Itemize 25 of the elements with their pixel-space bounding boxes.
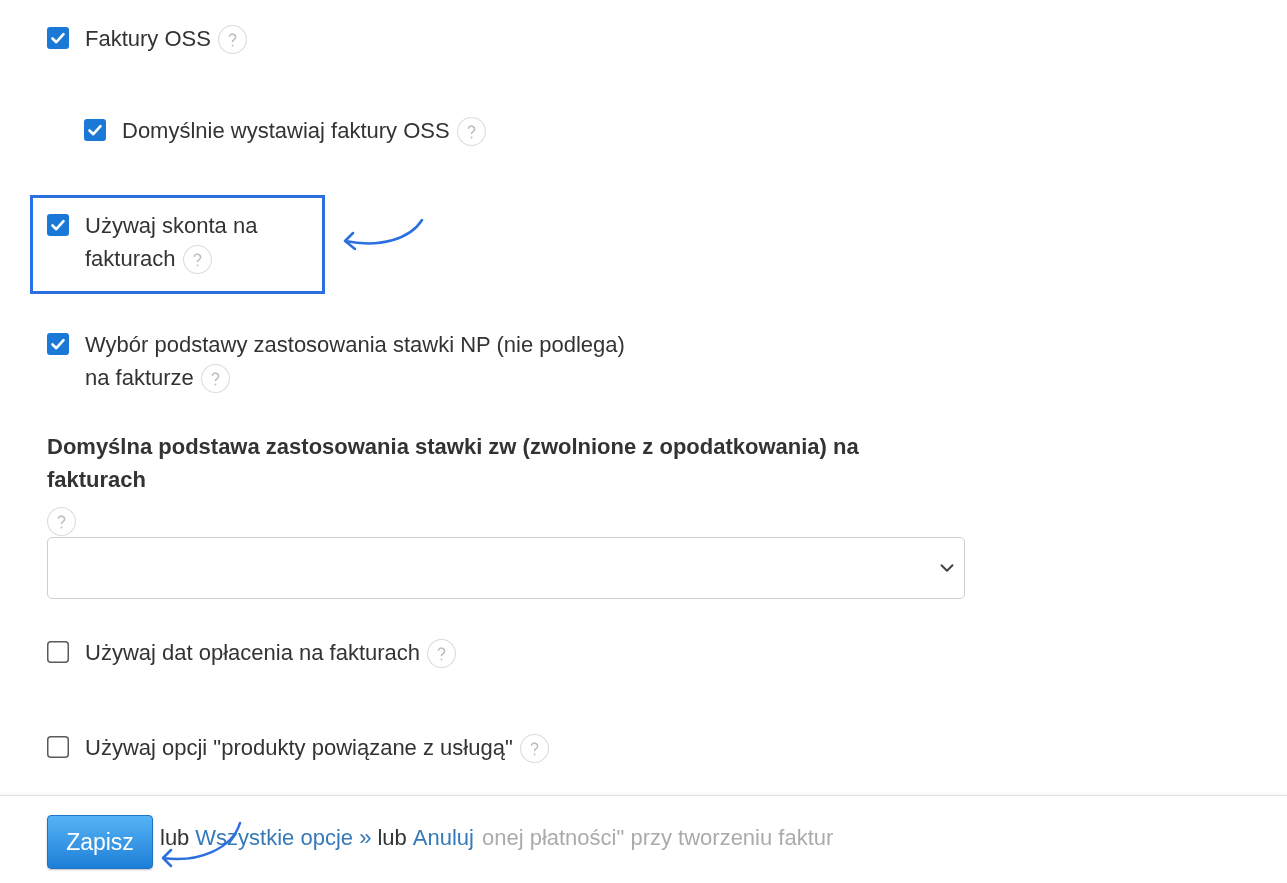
field-heading: Domyślna podstawa zastosowania stawki zw (zwolnione z opodatkowania) na fakturach bbox=[47, 433, 860, 494]
help-icon[interactable] bbox=[427, 639, 457, 668]
option-label[interactable]: Wybór podstawy zastosowania stawki NP (nie podlega) na fakturze bbox=[85, 328, 640, 394]
help-icon[interactable] bbox=[200, 364, 230, 393]
help-icon[interactable] bbox=[47, 507, 76, 536]
checkbox[interactable] bbox=[84, 119, 106, 141]
checkbox[interactable] bbox=[47, 736, 69, 758]
help-icon[interactable] bbox=[519, 734, 549, 763]
footer-link[interactable]: Anuluj bbox=[412, 821, 474, 854]
help-icon[interactable] bbox=[182, 245, 212, 274]
option-label[interactable]: Domyślnie wystawiaj faktury OSS bbox=[122, 114, 486, 147]
checkbox[interactable] bbox=[47, 641, 69, 663]
faded-text: onej płatności" przy tworzeniu faktur bbox=[481, 824, 834, 852]
checkbox[interactable] bbox=[47, 27, 69, 49]
help-icon[interactable] bbox=[456, 117, 486, 146]
option-label[interactable]: Faktury OSS bbox=[85, 22, 247, 55]
separator-text: lub bbox=[377, 824, 407, 852]
option-label[interactable]: Używaj opcji "produkty powiązane z usługą" bbox=[85, 731, 549, 764]
checkbox[interactable] bbox=[47, 333, 69, 355]
checkbox[interactable] bbox=[47, 214, 69, 236]
help-icon[interactable] bbox=[217, 25, 247, 54]
select-field[interactable] bbox=[47, 537, 965, 599]
separator-text: lub bbox=[160, 824, 190, 852]
option-label[interactable]: Używaj dat opłacenia na fakturach bbox=[85, 636, 457, 669]
option-label[interactable]: Używaj skonta na fakturach bbox=[85, 209, 322, 275]
